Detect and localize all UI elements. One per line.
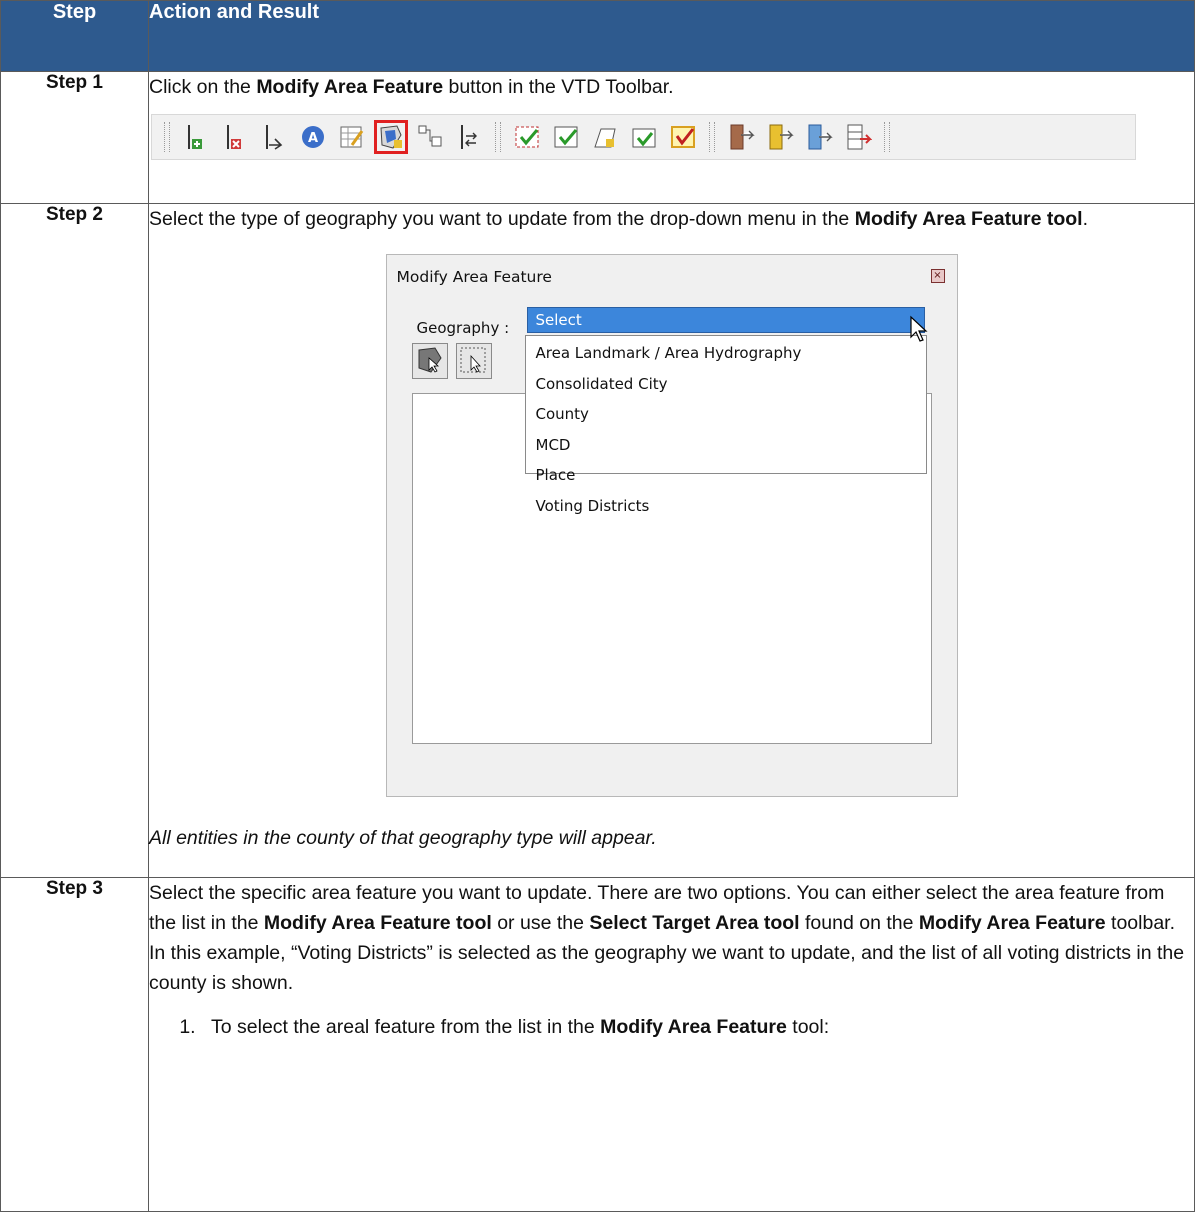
- dropdown-option[interactable]: County: [526, 399, 926, 430]
- close-icon[interactable]: ×: [930, 269, 945, 283]
- split-line-icon[interactable]: [257, 120, 291, 154]
- new-area-icon[interactable]: [588, 120, 622, 154]
- sub-step-list: To select the areal feature from the lis…: [149, 1012, 1194, 1042]
- step-label: Step 1: [0, 71, 149, 204]
- header-action: Action and Result: [148, 0, 1195, 72]
- select-box-icon[interactable]: [455, 343, 492, 379]
- validate-selection-icon[interactable]: [549, 120, 583, 154]
- validate-check-icon[interactable]: [627, 120, 661, 154]
- dialog-wrapper: Modify Area Feature × Geography : Select…: [149, 254, 1194, 797]
- export-blue-icon[interactable]: [802, 120, 836, 154]
- svg-text:A: A: [308, 131, 318, 146]
- attribute-a-icon[interactable]: A: [296, 120, 330, 154]
- step1-text: Click on the Modify Area Feature button …: [149, 76, 674, 98]
- toolbar-separator: [709, 122, 715, 152]
- table-row: Step 1 Click on the Modify Area Feature …: [0, 71, 1195, 204]
- header-step: Step: [0, 0, 149, 72]
- geography-select[interactable]: Select: [526, 307, 925, 333]
- steps-table: Step Action and Result Step 1 Click on t…: [0, 0, 1195, 1212]
- step2-text: Select the type of geography you want to…: [149, 208, 1089, 230]
- dropdown-option[interactable]: Place: [526, 460, 926, 491]
- toolbar-grip: [164, 122, 170, 152]
- toolbar-separator: [495, 122, 501, 152]
- geography-dropdown: Area Landmark / Area Hydrography Consoli…: [524, 335, 927, 515]
- step-body: Select the specific area feature you wan…: [148, 877, 1195, 1212]
- step-body: Click on the Modify Area Feature button …: [148, 71, 1195, 204]
- table-row: Step 2 Select the type of geography you …: [0, 203, 1195, 878]
- step-label: Step 3: [0, 877, 149, 1212]
- export-right-icon[interactable]: [763, 120, 797, 154]
- dropdown-option[interactable]: Voting Districts: [526, 491, 926, 522]
- step-body: Select the type of geography you want to…: [148, 203, 1195, 878]
- mouse-cursor-icon: [909, 315, 928, 342]
- vtd-toolbar: A: [151, 114, 1136, 160]
- flip-line-icon[interactable]: [452, 120, 486, 154]
- list-item: To select the areal feature from the lis…: [201, 1012, 1194, 1042]
- dropdown-option[interactable]: MCD: [526, 430, 926, 461]
- modify-area-feature-dialog: Modify Area Feature × Geography : Select…: [385, 254, 958, 797]
- edit-table-icon[interactable]: [335, 120, 369, 154]
- toolbar-separator: [884, 122, 890, 152]
- export-left-icon[interactable]: [724, 120, 758, 154]
- dropdown-option[interactable]: Area Landmark / Area Hydrography: [526, 338, 926, 369]
- table-row: Step 3 Select the specific area feature …: [0, 877, 1195, 1212]
- export-red-icon[interactable]: [841, 120, 875, 154]
- select-target-area-icon[interactable]: [411, 343, 448, 379]
- table-header-row: Step Action and Result: [0, 0, 1195, 72]
- topology-icon[interactable]: [413, 120, 447, 154]
- delete-node-icon[interactable]: [218, 120, 252, 154]
- modify-area-feature-icon[interactable]: [374, 120, 408, 154]
- dialog-title: Modify Area Feature: [396, 268, 552, 286]
- step2-caption: All entities in the county of that geogr…: [149, 827, 657, 849]
- step-label: Step 2: [0, 203, 149, 878]
- add-node-icon[interactable]: [179, 120, 213, 154]
- geography-label: Geography :: [416, 319, 510, 337]
- validate-feature-icon[interactable]: [510, 120, 544, 154]
- dropdown-option[interactable]: Consolidated City: [526, 369, 926, 400]
- step3-text: Select the specific area feature you wan…: [149, 882, 1185, 994]
- review-icon[interactable]: [666, 120, 700, 154]
